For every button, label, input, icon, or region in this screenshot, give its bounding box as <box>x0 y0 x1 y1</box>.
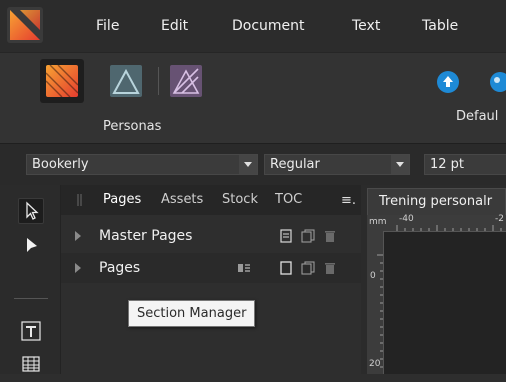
menu-document[interactable]: Document <box>232 18 305 34</box>
chevron-right-icon[interactable] <box>75 263 81 273</box>
font-size-field[interactable]: 12 pt <box>424 154 506 175</box>
toolbar-separator <box>158 67 159 95</box>
menu-file[interactable]: File <box>96 18 119 34</box>
tab-toc[interactable]: TOC <box>275 192 302 207</box>
duplicate-page-icon[interactable] <box>301 229 315 243</box>
node-tool-icon <box>27 238 37 252</box>
context-toolbar: Bookerly Regular 12 pt <box>0 143 506 186</box>
menu-bar: File Edit Document Text Table <box>0 0 506 52</box>
toolbar: Personas Defaul <box>0 52 506 144</box>
table-tool-button[interactable] <box>18 352 44 378</box>
personas-label: Personas <box>103 119 162 134</box>
menu-table[interactable]: Table <box>422 18 458 34</box>
ruler-unit: mm <box>369 217 387 227</box>
tab-stock[interactable]: Stock <box>222 192 258 207</box>
document-tab[interactable]: Trening personalr <box>367 188 506 215</box>
duplicate-page-icon[interactable] <box>301 261 315 275</box>
menu-text[interactable]: Text <box>352 18 380 34</box>
move-tool-icon <box>26 201 39 220</box>
photo-persona-icon <box>170 65 202 97</box>
vruler-label: 20 <box>369 359 381 369</box>
panel-menu-button[interactable]: ≡. <box>341 193 356 208</box>
vertical-ruler[interactable]: 0 20 <box>367 231 384 374</box>
menu-edit[interactable]: Edit <box>161 18 188 34</box>
frame-text-tool-button[interactable] <box>18 318 44 344</box>
tools-divider <box>14 298 48 299</box>
font-family-value: Bookerly <box>32 157 89 172</box>
document-tab-title: Trening personalr <box>379 194 493 209</box>
ruler-ticks <box>377 254 383 368</box>
designer-persona-icon <box>110 65 142 97</box>
photo-persona-button[interactable] <box>164 59 208 103</box>
publisher-persona-button[interactable] <box>40 59 84 103</box>
pages-label: Pages <box>99 260 141 276</box>
ruler-label: -40 <box>399 214 414 224</box>
drag-handle-icon[interactable] <box>77 194 83 206</box>
tools-panel <box>0 185 60 374</box>
font-style-value: Regular <box>270 157 320 172</box>
section-manager-icon[interactable] <box>237 261 251 275</box>
frame-text-tool-icon <box>21 321 41 341</box>
horizontal-ruler[interactable]: mm -40 -2 <box>367 214 506 232</box>
move-tool-button[interactable] <box>18 198 44 224</box>
designer-persona-button[interactable] <box>104 59 148 103</box>
pages-section[interactable]: Pages <box>61 253 361 283</box>
pages-studio-panel: Pages Assets Stock TOC ≡. Master Pages P… <box>60 185 361 374</box>
tab-assets[interactable]: Assets <box>161 192 203 207</box>
publisher-persona-icon <box>46 65 78 97</box>
master-pages-section[interactable]: Master Pages <box>61 221 361 251</box>
chevron-right-icon[interactable] <box>75 231 81 241</box>
vruler-label: 0 <box>370 271 376 281</box>
page-properties-icon[interactable] <box>279 229 293 243</box>
trash-icon[interactable] <box>323 229 337 243</box>
font-style-select[interactable]: Regular <box>264 154 410 175</box>
section-manager-tooltip: Section Manager <box>128 300 256 327</box>
font-size-value: 12 pt <box>430 157 465 172</box>
document-canvas[interactable] <box>384 232 506 374</box>
master-pages-label: Master Pages <box>99 228 193 244</box>
trash-icon[interactable] <box>323 261 337 275</box>
chevron-down-icon[interactable] <box>239 155 257 174</box>
affinity-publisher-logo-icon[interactable] <box>6 6 44 44</box>
chevron-down-icon[interactable] <box>391 155 409 174</box>
document-area: Trening personalr mm -40 -2 0 20 <box>361 185 506 374</box>
tab-pages[interactable]: Pages <box>103 192 141 207</box>
cloud-upload-icon[interactable] <box>436 70 460 94</box>
table-tool-icon <box>22 356 40 372</box>
insert-page-icon[interactable] <box>279 261 293 275</box>
panel-tab-bar: Pages Assets Stock TOC ≡. <box>61 185 361 215</box>
font-family-select[interactable]: Bookerly <box>26 154 258 175</box>
ruler-ticks <box>396 225 502 231</box>
ruler-label: -2 <box>495 214 504 224</box>
default-label: Defaul <box>456 109 499 124</box>
assistant-icon[interactable] <box>486 70 506 94</box>
tooltip-text: Section Manager <box>137 306 247 321</box>
node-tool-button[interactable] <box>18 232 44 258</box>
